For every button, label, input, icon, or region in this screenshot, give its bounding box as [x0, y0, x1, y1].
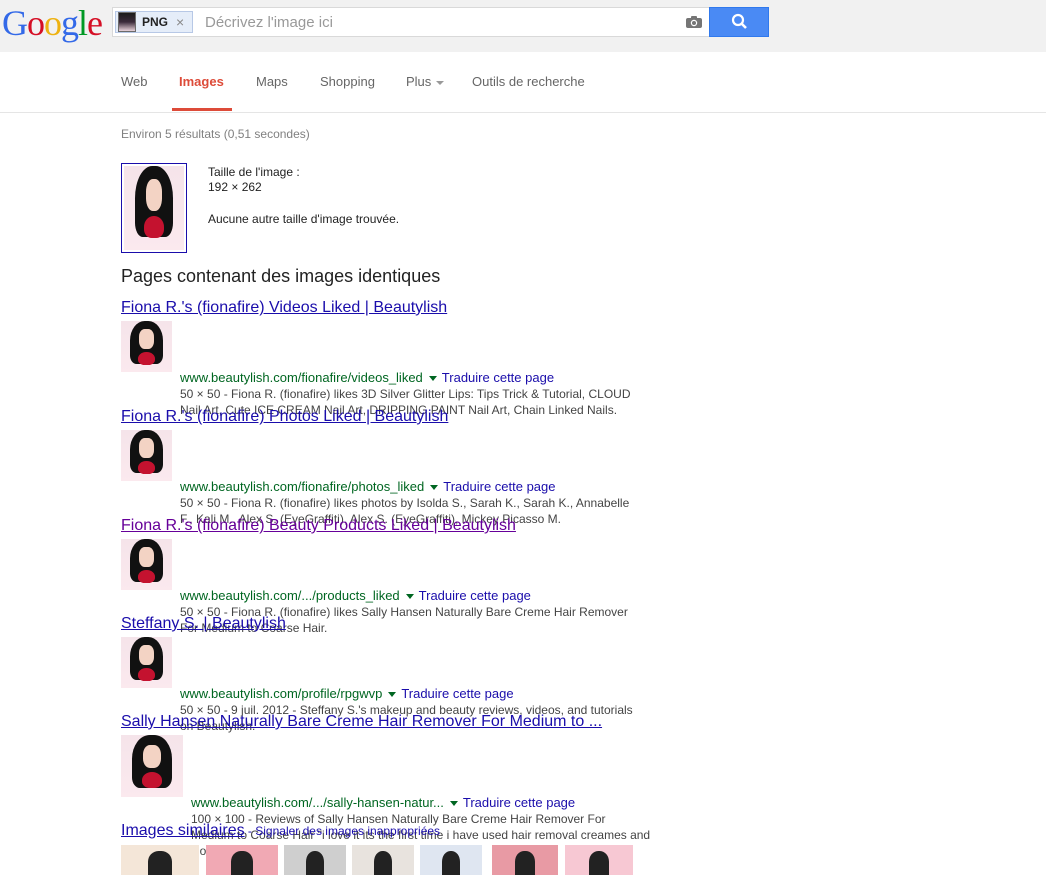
tab-maps[interactable]: Maps: [256, 74, 288, 89]
similar-image-thumbnail[interactable]: [492, 845, 558, 875]
tab-search-tools[interactable]: Outils de recherche: [472, 74, 585, 89]
translate-link[interactable]: Traduire cette page: [442, 370, 554, 385]
close-icon[interactable]: ×: [176, 14, 184, 30]
section-heading: Pages contenant des images identiques: [121, 266, 441, 286]
tab-more-label: Plus: [406, 74, 432, 89]
result-thumbnail[interactable]: [121, 430, 172, 481]
logo-letter: l: [78, 3, 88, 43]
tab-images[interactable]: Images: [179, 74, 224, 89]
dropdown-arrow-icon[interactable]: [405, 594, 414, 600]
dropdown-arrow-icon[interactable]: [388, 692, 397, 698]
search-placeholder: Décrivez l'image ici: [205, 14, 333, 31]
logo-letter: e: [87, 3, 103, 43]
translate-link[interactable]: Traduire cette page: [443, 479, 555, 494]
similar-image-thumbnail[interactable]: [206, 845, 278, 875]
logo-letter: o: [44, 3, 62, 43]
query-image-thumbnail: [118, 12, 136, 32]
tab-more[interactable]: Plus: [406, 74, 445, 89]
result-thumbnail[interactable]: [121, 321, 172, 372]
result-stats: Environ 5 résultats (0,51 secondes): [121, 127, 310, 141]
similar-image-thumbnail[interactable]: [420, 845, 482, 875]
active-tab-indicator: [172, 108, 232, 111]
result-url: www.beautylish.com/fionafire/photos_like…: [180, 479, 425, 494]
search-input[interactable]: PNG × Décrivez l'image ici: [112, 7, 709, 37]
result-title-link[interactable]: Fiona R.'s (fionafire) Photos Liked | Be…: [121, 408, 661, 426]
translate-link[interactable]: Traduire cette page: [401, 686, 513, 701]
query-image[interactable]: [121, 163, 187, 253]
result-thumbnail[interactable]: [121, 539, 172, 590]
logo-letter: G: [2, 3, 28, 43]
result-title-link[interactable]: Fiona R.'s (fionafire) Beauty Products L…: [121, 517, 661, 535]
search-button[interactable]: [709, 7, 769, 37]
camera-icon[interactable]: [685, 15, 703, 29]
dropdown-arrow-icon[interactable]: [428, 376, 437, 382]
dropdown-arrow-icon[interactable]: [449, 801, 458, 807]
dropdown-arrow-icon[interactable]: [430, 485, 439, 491]
translate-link[interactable]: Traduire cette page: [463, 795, 575, 810]
chip-label: PNG: [142, 15, 169, 29]
result-url: www.beautylish.com/.../sally-hansen-natu…: [191, 795, 444, 810]
top-bar: Google PNG × Décrivez l'image ici: [0, 0, 1046, 52]
chevron-down-icon: [436, 80, 445, 85]
result-url: www.beautylish.com/.../products_liked: [180, 588, 400, 603]
result-title-link[interactable]: Sally Hansen Naturally Bare Creme Hair R…: [121, 713, 661, 731]
similar-image-thumbnail[interactable]: [121, 845, 199, 875]
search-icon: [731, 13, 747, 29]
search-result: Fiona R.'s (fionafire) Videos Liked | Be…: [121, 299, 661, 418]
similar-image-thumbnail[interactable]: [565, 845, 633, 875]
similar-images-link[interactable]: Images similaires: [121, 822, 245, 839]
similar-image-thumbnail[interactable]: [352, 845, 414, 875]
result-title-link[interactable]: Fiona R.'s (fionafire) Videos Liked | Be…: [121, 299, 661, 317]
search-result: Fiona R.'s (fionafire) Photos Liked | Be…: [121, 408, 661, 527]
image-size-value: 192 × 262: [208, 180, 262, 194]
image-size-info: Taille de l'image : 192 × 262 Aucune aut…: [208, 165, 399, 227]
tab-shopping[interactable]: Shopping: [320, 74, 375, 89]
result-thumbnail[interactable]: [121, 637, 172, 688]
image-query-chip[interactable]: PNG ×: [115, 11, 193, 33]
translate-link[interactable]: Traduire cette page: [419, 588, 531, 603]
logo-letter: o: [27, 3, 45, 43]
logo-letter: g: [61, 3, 79, 43]
no-other-sizes: Aucune autre taille d'image trouvée.: [208, 212, 400, 226]
tab-web[interactable]: Web: [121, 74, 148, 89]
nav-bar: Web Images Maps Shopping Plus Outils de …: [0, 52, 1046, 113]
separator: -: [244, 824, 256, 838]
result-thumbnail[interactable]: [121, 735, 183, 797]
query-image-picture: [124, 166, 184, 250]
image-size-label: Taille de l'image :: [208, 165, 300, 179]
result-url: www.beautylish.com/profile/rpgwvp: [180, 686, 383, 701]
similar-images-header: Images similaires - Signaler des images …: [121, 822, 440, 840]
result-title-link[interactable]: Steffany S. | Beautylish: [121, 615, 661, 633]
report-images-link[interactable]: Signaler des images inappropriées: [255, 824, 440, 838]
google-logo[interactable]: Google: [2, 3, 103, 43]
similar-image-thumbnail[interactable]: [284, 845, 346, 875]
result-url: www.beautylish.com/fionafire/videos_like…: [180, 370, 423, 385]
